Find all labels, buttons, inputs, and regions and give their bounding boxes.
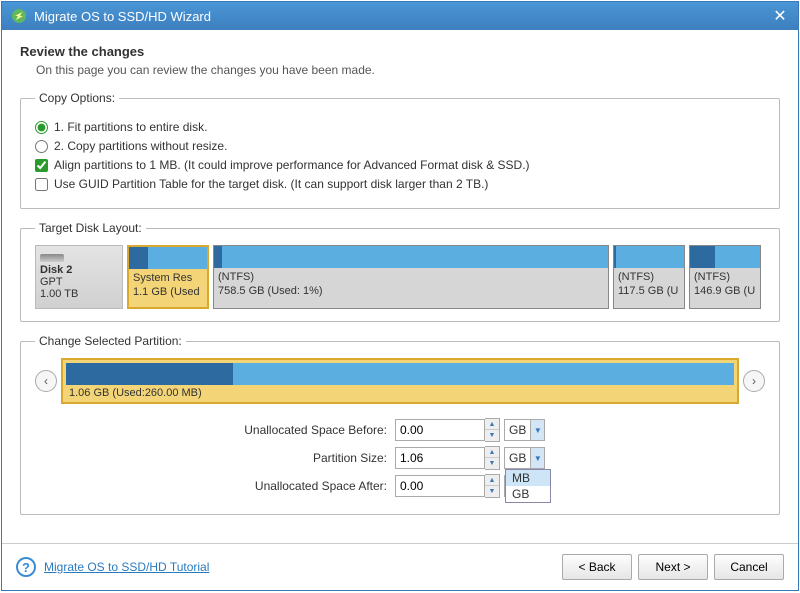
radio-fit-input[interactable] bbox=[35, 121, 48, 134]
close-icon[interactable]: ✕ bbox=[770, 6, 790, 26]
disk-info: Disk 2 GPT 1.00 TB bbox=[35, 245, 123, 309]
spinner-down-icon[interactable]: ▼ bbox=[485, 458, 499, 469]
disk-layout: Disk 2 GPT 1.00 TB System Res1.1 GB (Use… bbox=[35, 245, 765, 309]
target-disk-layout-fieldset: Target Disk Layout: Disk 2 GPT 1.00 TB S… bbox=[20, 221, 780, 322]
copy-options-fieldset: Copy Options: 1. Fit partitions to entir… bbox=[20, 91, 780, 209]
checkbox-guid-input[interactable] bbox=[35, 178, 48, 191]
size-input[interactable] bbox=[395, 475, 485, 497]
size-spinner[interactable]: ▲▼ bbox=[485, 418, 500, 442]
disk-name: Disk 2 bbox=[40, 264, 118, 276]
spinner-up-icon[interactable]: ▲ bbox=[485, 447, 499, 458]
radio-fit-partitions[interactable]: 1. Fit partitions to entire disk. bbox=[35, 120, 765, 134]
size-label: Unallocated Space After: bbox=[235, 479, 387, 493]
partition-2[interactable]: (NTFS)117.5 GB (U bbox=[613, 245, 685, 309]
unit-option-mb[interactable]: MB bbox=[506, 470, 550, 486]
selected-partition-row: ‹ 1.06 GB (Used:260.00 MB) › bbox=[35, 358, 765, 404]
back-button[interactable]: < Back bbox=[562, 554, 632, 580]
checkbox-guid[interactable]: Use GUID Partition Table for the target … bbox=[35, 177, 765, 191]
checkbox-align[interactable]: Align partitions to 1 MB. (It could impr… bbox=[35, 158, 765, 172]
footer-bar: ? Migrate OS to SSD/HD Tutorial < Back N… bbox=[2, 543, 798, 590]
wizard-window: Migrate OS to SSD/HD Wizard ✕ Review the… bbox=[1, 1, 799, 591]
prev-partition-button[interactable]: ‹ bbox=[35, 370, 57, 392]
spinner-down-icon[interactable]: ▼ bbox=[485, 486, 499, 497]
disk-type: GPT bbox=[40, 276, 118, 288]
selected-partition-bar[interactable]: 1.06 GB (Used:260.00 MB) bbox=[61, 358, 739, 404]
radio-fit-label: 1. Fit partitions to entire disk. bbox=[54, 120, 207, 134]
spinner-down-icon[interactable]: ▼ bbox=[485, 430, 499, 441]
size-label: Unallocated Space Before: bbox=[235, 423, 387, 437]
checkbox-align-input[interactable] bbox=[35, 159, 48, 172]
title-bar: Migrate OS to SSD/HD Wizard ✕ bbox=[2, 2, 798, 30]
partition-label: (NTFS)146.9 GB (U bbox=[690, 268, 760, 308]
partition-3[interactable]: (NTFS)146.9 GB (U bbox=[689, 245, 761, 309]
page-heading: Review the changes bbox=[20, 44, 780, 59]
unit-value: GB bbox=[505, 423, 530, 437]
partition-label: (NTFS)758.5 GB (Used: 1%) bbox=[214, 268, 608, 308]
size-spinner[interactable]: ▲▼ bbox=[485, 474, 500, 498]
radio-noresize-label: 2. Copy partitions without resize. bbox=[54, 139, 227, 153]
chevron-down-icon[interactable]: ▼ bbox=[530, 420, 544, 440]
partition-1[interactable]: (NTFS)758.5 GB (Used: 1%) bbox=[213, 245, 609, 309]
disk-size: 1.00 TB bbox=[40, 288, 118, 300]
next-partition-button[interactable]: › bbox=[743, 370, 765, 392]
page-subheading: On this page you can review the changes … bbox=[36, 63, 780, 77]
size-spinner[interactable]: ▲▼ bbox=[485, 446, 500, 470]
size-label: Partition Size: bbox=[235, 451, 387, 465]
next-button[interactable]: Next > bbox=[638, 554, 708, 580]
cancel-button[interactable]: Cancel bbox=[714, 554, 784, 580]
unit-select[interactable]: GB▼MBGB bbox=[504, 447, 545, 469]
radio-no-resize[interactable]: 2. Copy partitions without resize. bbox=[35, 139, 765, 153]
change-selected-fieldset: Change Selected Partition: ‹ 1.06 GB (Us… bbox=[20, 334, 780, 515]
size-row-2: Unallocated Space After:▲▼GB▼ bbox=[35, 474, 765, 498]
partition-label: System Res1.1 GB (Used bbox=[129, 269, 207, 307]
unit-value: GB bbox=[505, 451, 530, 465]
spinner-up-icon[interactable]: ▲ bbox=[485, 475, 499, 486]
partition-0[interactable]: System Res1.1 GB (Used bbox=[127, 245, 209, 309]
disk-icon bbox=[40, 254, 64, 262]
unit-select[interactable]: GB▼ bbox=[504, 419, 545, 441]
radio-noresize-input[interactable] bbox=[35, 140, 48, 153]
help-icon[interactable]: ? bbox=[16, 557, 36, 577]
chevron-down-icon[interactable]: ▼ bbox=[530, 448, 544, 468]
tutorial-link[interactable]: Migrate OS to SSD/HD Tutorial bbox=[44, 560, 209, 574]
selected-partition-info: 1.06 GB (Used:260.00 MB) bbox=[63, 385, 737, 401]
unit-dropdown[interactable]: MBGB bbox=[505, 469, 551, 503]
wizard-body: Review the changes On this page you can … bbox=[2, 30, 798, 543]
checkbox-guid-label: Use GUID Partition Table for the target … bbox=[54, 177, 488, 191]
change-selected-legend: Change Selected Partition: bbox=[35, 334, 186, 348]
partition-label: (NTFS)117.5 GB (U bbox=[614, 268, 684, 308]
window-title: Migrate OS to SSD/HD Wizard bbox=[34, 9, 770, 24]
unit-option-gb[interactable]: GB bbox=[506, 486, 550, 502]
size-input[interactable] bbox=[395, 447, 485, 469]
target-layout-legend: Target Disk Layout: bbox=[35, 221, 146, 235]
app-icon bbox=[10, 7, 28, 25]
spinner-up-icon[interactable]: ▲ bbox=[485, 419, 499, 430]
size-row-1: Partition Size:▲▼GB▼MBGB bbox=[35, 446, 765, 470]
size-row-0: Unallocated Space Before:▲▼GB▼ bbox=[35, 418, 765, 442]
size-input[interactable] bbox=[395, 419, 485, 441]
copy-options-legend: Copy Options: bbox=[35, 91, 119, 105]
checkbox-align-label: Align partitions to 1 MB. (It could impr… bbox=[54, 158, 530, 172]
